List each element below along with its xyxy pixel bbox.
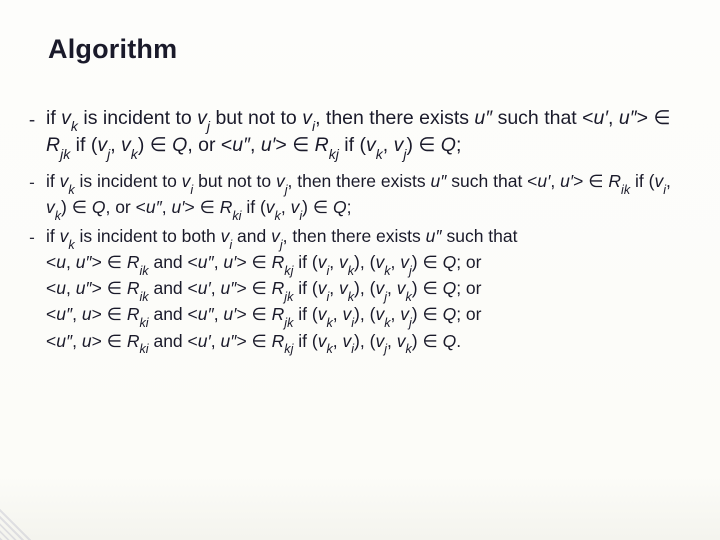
sublines: <u, u″> ∈ Rik and <u″, u′> ∈ Rkj if (vi,… [46,251,690,355]
slide-body: -if vk is incident to vj but not to vi, … [28,106,690,359]
subline: <u″, u> ∈ Rki and <u′, u″> ∈ Rkj if (vk,… [46,330,690,356]
list-item-text: if vk is incident to vj but not to vi, t… [46,106,690,161]
bullet-dash: - [28,225,36,250]
list-item: -if vk is incident to vi but not to vj, … [28,170,690,225]
list-item: -if vk is incident to vj but not to vi, … [28,106,690,170]
slide-title: Algorithm [48,34,177,65]
list-item-text: if vk is incident to vi but not to vj, t… [46,170,690,222]
subline: <u, u″> ∈ Rik and <u′, u″> ∈ Rjk if (vi,… [46,277,690,303]
subline: <u″, u> ∈ Rki and <u″, u′> ∈ Rjk if (vk,… [46,303,690,329]
list-item: -if vk is incident to both vi and vj, th… [28,225,690,359]
subline: <u, u″> ∈ Rik and <u″, u′> ∈ Rkj if (vi,… [46,251,690,277]
bullet-dash: - [28,170,36,195]
bullet-dash: - [28,106,36,135]
corner-accent [0,506,34,540]
slide: Algorithm -if vk is incident to vj but n… [0,0,720,540]
list-item-text: if vk is incident to both vi and vj, the… [46,225,690,356]
